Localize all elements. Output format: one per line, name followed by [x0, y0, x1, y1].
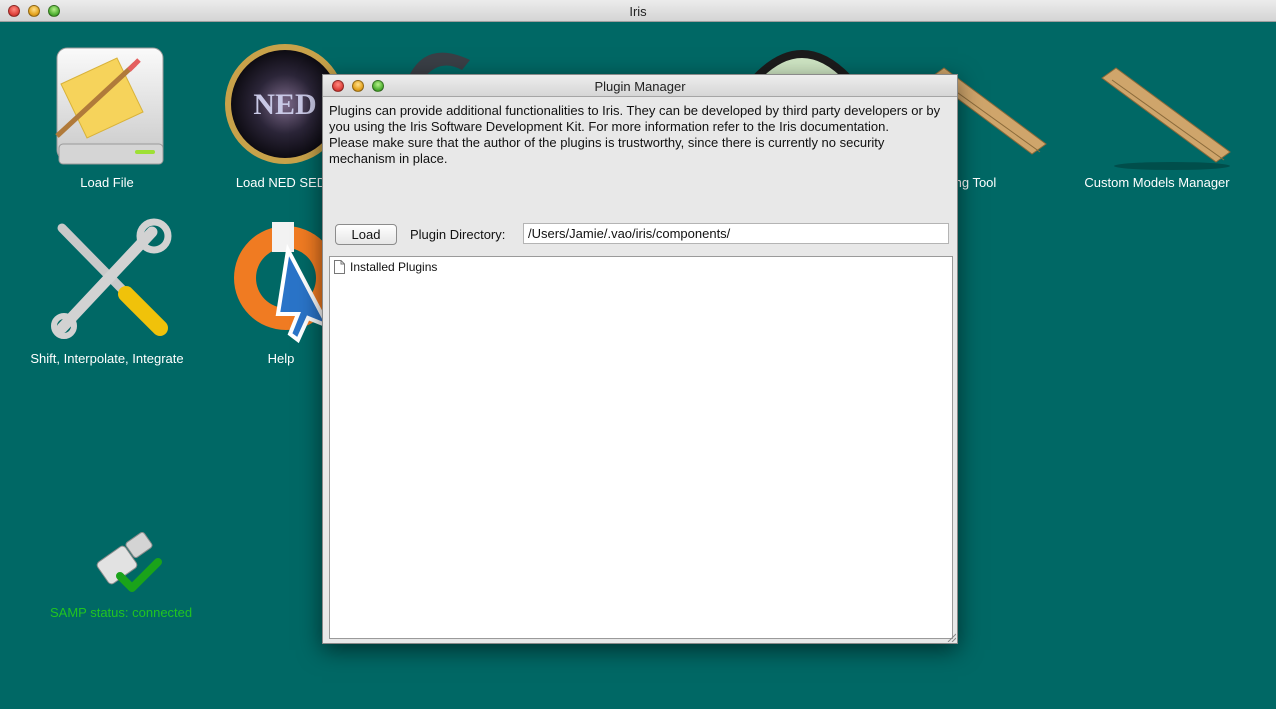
tree-root-label: Installed Plugins	[350, 260, 438, 274]
plugin-manager-dialog: Plugin Manager Plugins can provide addit…	[322, 74, 958, 644]
installed-plugins-tree[interactable]: Installed Plugins	[329, 256, 953, 639]
shift-interpolate-launcher[interactable]: Shift, Interpolate, Integrate	[22, 216, 192, 376]
description-paragraph: Plugins can provide additional functiona…	[329, 103, 941, 134]
custom-models-launcher[interactable]: Custom Models Manager	[1072, 40, 1242, 200]
plugin-directory-label: Plugin Directory:	[410, 227, 506, 242]
plugin-directory-field[interactable]	[523, 223, 949, 244]
svg-text:NED: NED	[253, 88, 316, 121]
load-file-launcher[interactable]: Load File	[22, 40, 192, 200]
custom-models-label: Custom Models Manager	[1084, 175, 1230, 190]
main-titlebar: Iris	[0, 0, 1276, 22]
shift-interpolate-label: Shift, Interpolate, Integrate	[30, 351, 184, 366]
load-file-label: Load File	[80, 175, 134, 190]
window-title: Iris	[629, 4, 647, 19]
load-button[interactable]: Load	[335, 224, 397, 245]
load-file-icon	[55, 47, 164, 165]
samp-status-indicator[interactable]	[86, 530, 166, 600]
samp-status-label: SAMP status: connected	[50, 605, 193, 620]
dialog-titlebar: Plugin Manager	[323, 75, 957, 97]
resize-grip-icon[interactable]	[946, 632, 956, 642]
tree-root-item[interactable]: Installed Plugins	[334, 260, 437, 274]
warning-paragraph: Please make sure that the author of the …	[329, 135, 885, 166]
tools-icon	[51, 218, 172, 339]
plugin-description: Plugins can provide additional functiona…	[329, 103, 953, 167]
ruler-icon	[1101, 67, 1231, 170]
samp-plug-icon	[96, 531, 162, 592]
document-icon	[334, 260, 345, 274]
dialog-title: Plugin Manager	[594, 79, 686, 94]
